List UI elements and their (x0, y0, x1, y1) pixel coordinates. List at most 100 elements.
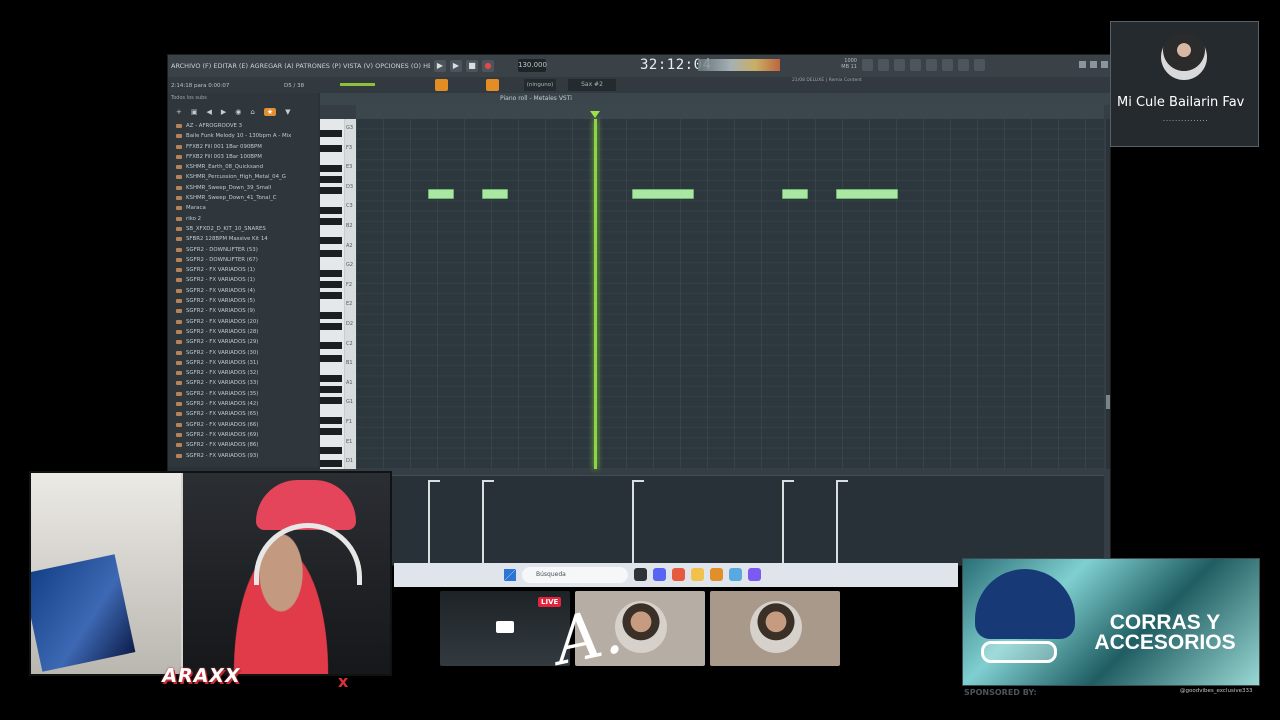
browser-panel[interactable]: Todos los subs + ▣ ◀ ▶ ◉ ⌂ ★ ▼ AZ - AFRO… (168, 93, 318, 467)
stop-icon[interactable]: ■ (466, 60, 478, 72)
browser-item[interactable]: SGFR2 - FX VARIADOS (28) (168, 327, 318, 337)
browser-item[interactable]: SFBR2 128BPM Massive Kit 14 (168, 234, 318, 244)
note-grid[interactable] (356, 111, 1104, 469)
browser-next-icon[interactable]: ▶ (221, 108, 226, 116)
browser-item[interactable]: SGFR2 - FX VARIADOS (29) (168, 337, 318, 347)
browser-item[interactable]: KSHMR_Percussion_High_Metal_04_G (168, 172, 318, 182)
black-key[interactable] (320, 176, 342, 183)
browser-item[interactable]: SGFR2 - FX VARIADOS (66) (168, 420, 318, 430)
velocity-lane[interactable] (356, 475, 1104, 566)
browser-item[interactable]: SGFR2 - FX VARIADOS (5) (168, 296, 318, 306)
help-icon[interactable] (958, 59, 969, 71)
browser-folder-icon[interactable]: ▣ (191, 108, 198, 116)
black-key[interactable] (320, 342, 342, 349)
browser-item[interactable]: SGFR2 - FX VARIADOS (32) (168, 368, 318, 378)
black-key[interactable] (320, 323, 342, 330)
browser-prev-icon[interactable]: ◀ (207, 108, 212, 116)
maximize-icon[interactable] (1090, 61, 1097, 68)
close-icon[interactable] (1101, 61, 1108, 68)
browser-item[interactable]: SGFR2 - FX VARIADOS (69) (168, 430, 318, 440)
browser-star-icon[interactable]: ★ (263, 108, 277, 116)
browser-item[interactable]: riko 2 (168, 214, 318, 224)
black-key[interactable] (320, 270, 342, 277)
browser-options-icon[interactable]: ▼ (285, 108, 290, 116)
snap-icon[interactable] (435, 79, 448, 91)
browser-item[interactable]: SB_XFXD2_D_KIT_10_SNARES (168, 224, 318, 234)
velocity-bar[interactable] (428, 480, 440, 566)
store-icon[interactable] (729, 568, 742, 581)
playlist-icon[interactable] (862, 59, 873, 71)
messenger-icon[interactable] (748, 568, 761, 581)
browser-item[interactable]: SGFR2 - FX VARIADOS (1) (168, 275, 318, 285)
black-key[interactable] (320, 218, 342, 225)
browser-item[interactable]: Baile Funk Melody 10 - 130bpm A - Mix (168, 131, 318, 141)
black-key[interactable] (320, 130, 342, 137)
black-key[interactable] (320, 312, 342, 319)
minimize-icon[interactable] (1079, 61, 1086, 68)
black-key[interactable] (320, 428, 342, 435)
browser-item[interactable]: SGFR2 - DOWNLIFTER (53) (168, 245, 318, 255)
browser-item[interactable]: SGFR2 - FX VARIADOS (86) (168, 440, 318, 450)
black-key[interactable] (320, 397, 342, 404)
participant-thumbnail[interactable] (710, 591, 840, 666)
browser-item[interactable]: SGFR2 - FX VARIADOS (35) (168, 389, 318, 399)
black-key[interactable] (320, 417, 342, 424)
browser-item[interactable]: SGFR2 - FX VARIADOS (4) (168, 286, 318, 296)
browser-item[interactable]: Maraca (168, 203, 318, 213)
browser-item[interactable]: SGFR2 - FX VARIADOS (33) (168, 378, 318, 388)
black-key[interactable] (320, 447, 342, 454)
tempo-display[interactable]: 130.000 (518, 59, 547, 72)
black-key[interactable] (320, 292, 342, 299)
file-explorer-icon[interactable] (634, 568, 647, 581)
velocity-bar[interactable] (482, 480, 494, 566)
chrome-icon[interactable] (672, 568, 685, 581)
record-icon[interactable]: ● (482, 60, 494, 72)
browser-item[interactable]: SGFR2 - FX VARIADOS (9) (168, 306, 318, 316)
black-key[interactable] (320, 165, 342, 172)
velocity-bar[interactable] (632, 480, 644, 566)
pattern-song-toggle-icon[interactable]: ▶ (434, 60, 446, 72)
velocity-bar[interactable] (782, 480, 794, 566)
discord-icon[interactable] (653, 568, 666, 581)
browser-item[interactable]: FFXB2 Fill 003 1Bar 100BPM (168, 152, 318, 162)
vertical-scrollbar-thumb[interactable] (1106, 395, 1110, 409)
black-key[interactable] (320, 386, 342, 393)
black-key[interactable] (320, 460, 342, 467)
playhead-marker[interactable] (590, 111, 600, 118)
note[interactable] (428, 189, 454, 199)
settings-icon[interactable] (974, 59, 985, 71)
playhead[interactable] (594, 119, 597, 469)
taskbar-search-input[interactable]: Búsqueda (522, 567, 628, 583)
browser-item[interactable]: SGFR2 - DOWNLIFTER (67) (168, 255, 318, 265)
browser-home-icon[interactable]: ⌂ (250, 108, 254, 116)
note[interactable] (836, 189, 898, 199)
browser-item[interactable]: FFXB2 Fill 001 1Bar 090BPM (168, 142, 318, 152)
note[interactable] (782, 189, 808, 199)
black-key[interactable] (320, 250, 342, 257)
mixer-icon[interactable] (910, 59, 921, 71)
black-key[interactable] (320, 237, 342, 244)
windows-start-icon[interactable] (504, 569, 516, 581)
browser-item[interactable]: AZ - AFROGROOVE 3 (168, 121, 318, 131)
pattern-select[interactable]: (ninguno) (524, 79, 556, 91)
browser-refresh-icon[interactable]: ◉ (235, 108, 241, 116)
play-icon[interactable]: ▶ (450, 60, 462, 72)
note[interactable] (482, 189, 508, 199)
velocity-bar[interactable] (836, 480, 848, 566)
black-key[interactable] (320, 145, 342, 152)
channel-rack-icon[interactable] (894, 59, 905, 71)
browser-item[interactable]: SGFR2 - FX VARIADOS (20) (168, 317, 318, 327)
black-key[interactable] (320, 207, 342, 214)
browser-item[interactable]: KSHMR_Sweep_Down_41_Tonal_C (168, 193, 318, 203)
time-ruler[interactable] (356, 105, 1104, 119)
fl-studio-icon[interactable] (710, 568, 723, 581)
master-volume-slider[interactable] (340, 83, 375, 86)
piano-roll[interactable]: Piano roll - Metales VSTi G3 F3 E3 D3 C3 B2 A2… (320, 93, 1110, 566)
screen-share-thumbnail[interactable]: LIVE (440, 591, 570, 666)
main-menu[interactable]: ARCHIVO (F) EDITAR (E) AGREGAR (A) PATRO… (168, 62, 430, 70)
browser-item[interactable]: SGFR2 - FX VARIADOS (42) (168, 399, 318, 409)
tool-icon[interactable] (486, 79, 499, 91)
browser-item[interactable]: KSHMR_Sweep_Down_39_Small (168, 183, 318, 193)
black-key[interactable] (320, 281, 342, 288)
browser-item[interactable]: SGFR2 - FX VARIADOS (1) (168, 265, 318, 275)
